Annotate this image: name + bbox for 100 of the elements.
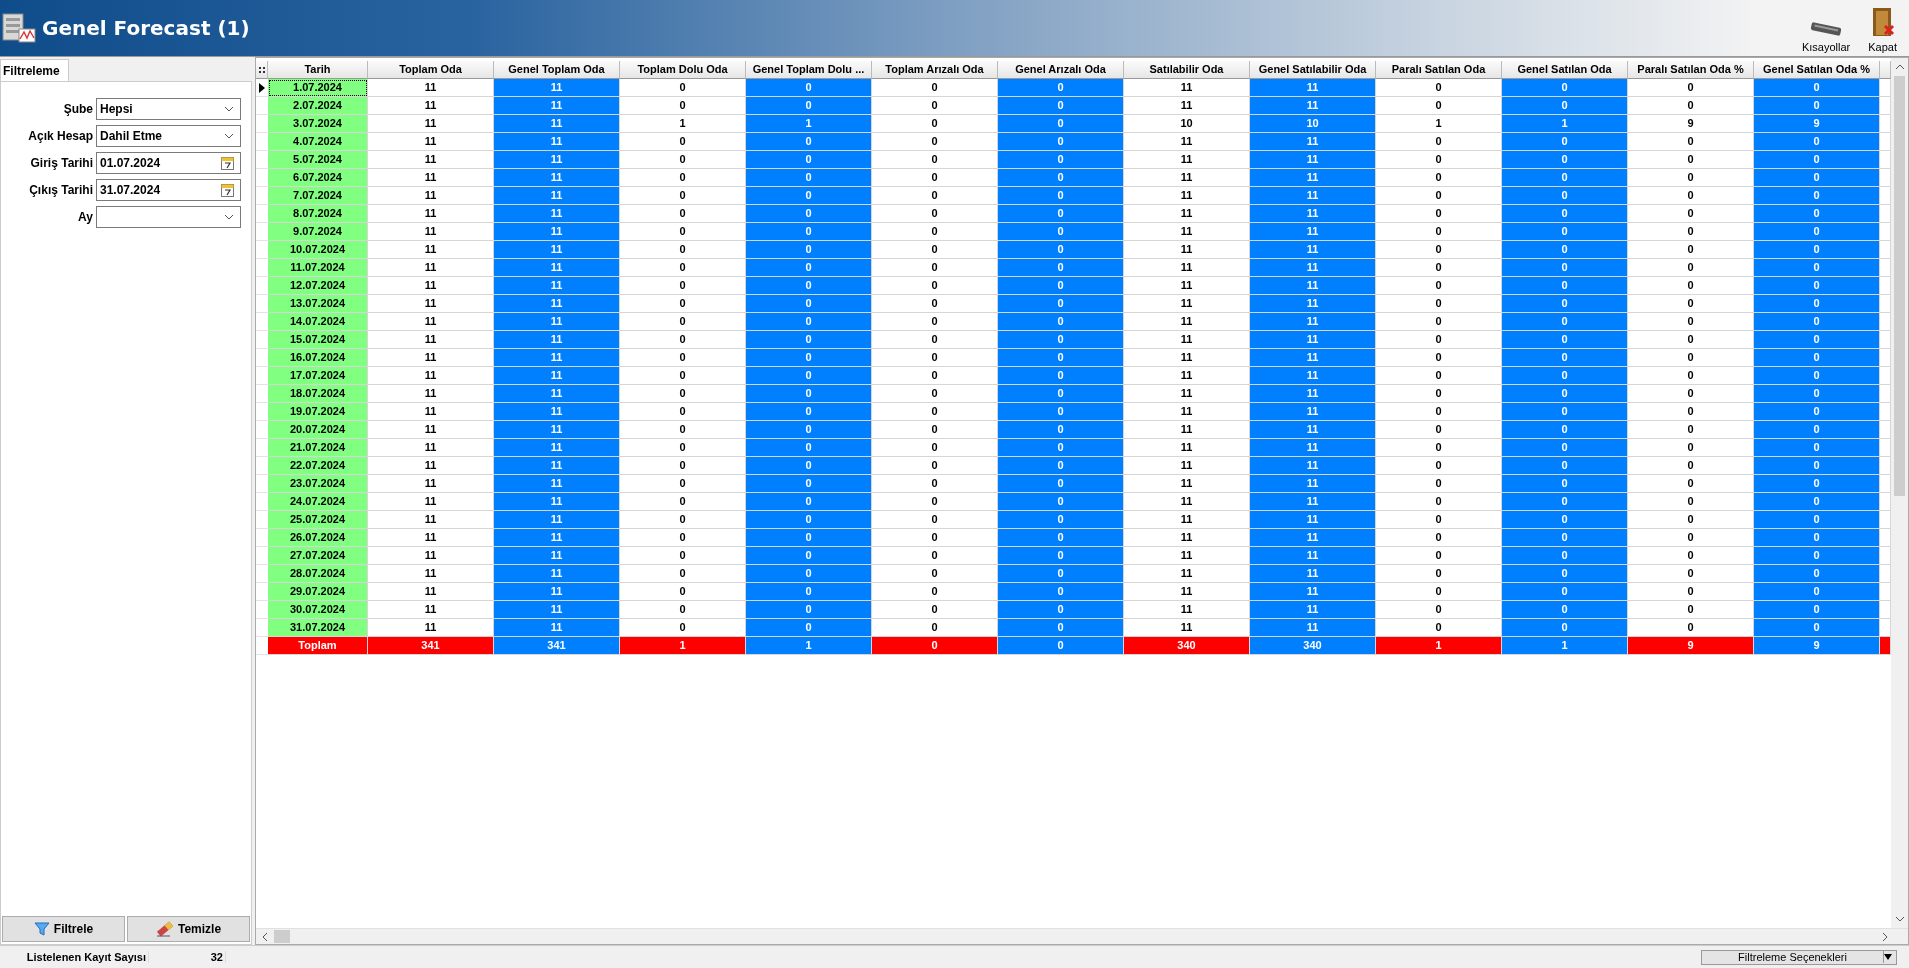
table-cell: 11	[494, 151, 620, 169]
calendar-icon	[221, 156, 234, 170]
current-row-icon	[259, 82, 265, 93]
table-cell: 0	[998, 583, 1124, 601]
column-header[interactable]: Toplam Arızalı Oda	[872, 61, 998, 79]
date-field[interactable]: 31.07.2024	[96, 179, 241, 201]
filter-button[interactable]: Filtrele	[2, 916, 125, 942]
table-cell: 11	[368, 403, 494, 421]
scroll-right-icon[interactable]	[1882, 931, 1888, 942]
dropdown-field[interactable]	[96, 206, 241, 228]
column-header[interactable]: Satılabilir Oda	[1124, 61, 1250, 79]
close-button[interactable]: Kapat	[1862, 3, 1903, 53]
table-cell: 0	[1376, 493, 1502, 511]
window-title: Genel Forecast (1)	[42, 16, 250, 40]
table-cell: 0	[872, 601, 998, 619]
table-cell: 0	[1502, 187, 1628, 205]
table-cell: 0	[620, 241, 746, 259]
table-cell: 0	[1628, 277, 1754, 295]
table-cell: 0	[1502, 349, 1628, 367]
table-cell: 0	[1628, 133, 1754, 151]
table-cell: 11	[368, 421, 494, 439]
filter-options-button[interactable]: Filtreleme Seçenekleri	[1701, 949, 1897, 965]
table-cell: 0	[1754, 277, 1880, 295]
table-cell: 0	[1376, 601, 1502, 619]
door-close-icon	[1870, 7, 1895, 37]
table-cell: 11	[1250, 331, 1376, 349]
table-cell: 0	[998, 403, 1124, 421]
table-cell: 0	[1502, 241, 1628, 259]
column-header[interactable]: Genel Toplam Oda	[494, 61, 620, 79]
table-cell: 16.07.2024	[268, 349, 368, 367]
table-cell: 0	[872, 133, 998, 151]
table-cell: 11	[1124, 169, 1250, 187]
table-cell: 11	[494, 349, 620, 367]
table-cell: 1	[746, 115, 872, 133]
column-header[interactable]: Genel Satılan Oda	[1502, 61, 1628, 79]
table-cell: 11	[1124, 187, 1250, 205]
filter-tab[interactable]: Filtreleme	[0, 59, 69, 81]
column-header[interactable]: Toplam Dolu Oda	[620, 61, 746, 79]
table-cell: 11	[494, 529, 620, 547]
vertical-scrollbar[interactable]	[1891, 58, 1908, 928]
table-cell: 0	[620, 349, 746, 367]
table-cell: 11	[1250, 223, 1376, 241]
dropdown-field[interactable]: Dahil Etme	[96, 125, 241, 147]
table-cell: 0	[1502, 385, 1628, 403]
table-cell: 0	[1754, 457, 1880, 475]
column-header[interactable]: Paralı Satılan Oda	[1376, 61, 1502, 79]
table-cell: 1	[1376, 115, 1502, 133]
table-cell: 11	[368, 241, 494, 259]
table-cell: 11	[494, 133, 620, 151]
clear-button[interactable]: Temizle	[127, 916, 250, 942]
table-cell: 11	[1250, 565, 1376, 583]
table-cell: 11	[494, 241, 620, 259]
table-cell: 0	[998, 511, 1124, 529]
record-count-label: Listelenen Kayıt Sayısı	[0, 951, 149, 963]
date-field[interactable]: 01.07.2024	[96, 152, 241, 174]
table-cell: 0	[1502, 277, 1628, 295]
table-cell: 11	[494, 277, 620, 295]
table-cell: 0	[1502, 547, 1628, 565]
dropdown-field[interactable]: Hepsi	[96, 98, 241, 120]
scroll-left-icon[interactable]	[262, 931, 268, 942]
table-cell: 11	[1250, 493, 1376, 511]
grip-icon	[258, 65, 265, 74]
table-cell: 11	[1124, 457, 1250, 475]
table-cell: 11	[1124, 601, 1250, 619]
total-cell: 1	[620, 637, 746, 655]
shortcuts-button[interactable]: Kısayollar	[1795, 3, 1857, 53]
table-cell: 11	[368, 205, 494, 223]
table-cell: 11	[1124, 439, 1250, 457]
table-cell: 11	[368, 313, 494, 331]
table-cell: 11	[1250, 619, 1376, 637]
column-header[interactable]: Toplam Oda	[368, 61, 494, 79]
column-header[interactable]: Tarih	[268, 61, 368, 79]
scrollbar-thumb[interactable]	[1894, 76, 1905, 496]
table-cell: 0	[1628, 223, 1754, 241]
table-cell: 0	[746, 151, 872, 169]
column-header[interactable]: Genel Toplam Dolu ...	[746, 61, 872, 79]
table-cell: 11	[1124, 583, 1250, 601]
table-cell: 1	[620, 115, 746, 133]
table-cell: 0	[1754, 133, 1880, 151]
horizontal-scrollbar[interactable]	[256, 928, 1908, 944]
scroll-down-icon[interactable]	[1894, 916, 1905, 922]
column-header[interactable]: Genel Arızalı Oda	[998, 61, 1124, 79]
scroll-up-icon[interactable]	[1894, 64, 1905, 70]
table-cell: 0	[1628, 367, 1754, 385]
table-cell: 0	[1628, 259, 1754, 277]
column-header[interactable]: Paralı Satılan Oda %	[1628, 61, 1754, 79]
scrollbar-thumb[interactable]	[274, 930, 290, 943]
table-cell: 11	[1250, 241, 1376, 259]
table-cell: 0	[872, 205, 998, 223]
column-header[interactable]: Genel Satılabilir Oda	[1250, 61, 1376, 79]
column-header[interactable]	[1880, 61, 1891, 79]
table-cell: 0	[998, 565, 1124, 583]
column-header[interactable]: Genel Satılan Oda %	[1754, 61, 1880, 79]
table-cell	[1880, 601, 1891, 619]
dropdown-arrow-icon	[1884, 954, 1892, 960]
table-cell: 0	[1754, 349, 1880, 367]
table-cell: 17.07.2024	[268, 367, 368, 385]
table-cell: 7.07.2024	[268, 187, 368, 205]
table-cell: 0	[1376, 583, 1502, 601]
total-cell: 340	[1124, 637, 1250, 655]
